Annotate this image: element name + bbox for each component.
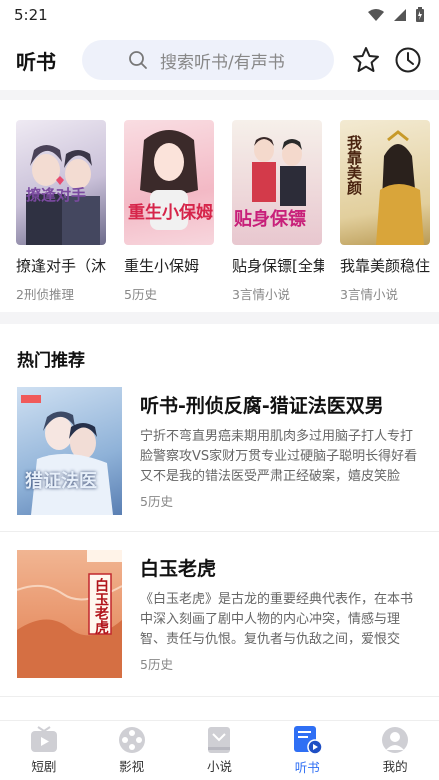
cover-art: [26, 145, 100, 245]
cover-text: 猎证法医: [25, 471, 97, 492]
rec-title: 听书-刑侦反腐-猎证法医双男: [140, 395, 384, 417]
shelf-book[interactable]: 我靠美颜 我靠美颜稳住 3言情小说: [340, 120, 430, 303]
wifi-icon: [368, 9, 384, 21]
tab-label: 短剧: [31, 759, 57, 774]
cover-text: 贴身保镖: [234, 209, 306, 230]
book-icon: [208, 727, 231, 753]
star-icon[interactable]: [352, 46, 380, 74]
tab-novels[interactable]: 小说: [184, 726, 254, 775]
film-reel-icon: [118, 727, 145, 753]
profile-icon: [382, 727, 409, 753]
tab-short-drama[interactable]: 短剧: [9, 726, 79, 775]
shelf-book-meta: 3言情小说: [340, 287, 398, 302]
status-time: 5:21: [14, 6, 48, 24]
tab-profile[interactable]: 我的: [360, 726, 430, 775]
book-cover: 猎证法医: [17, 387, 122, 515]
shelf-book[interactable]: 撩逢对手 撩逢对手（沐 2刑侦推理: [16, 120, 106, 303]
header: 听书 搜索听书/有声书: [0, 30, 439, 90]
book-cover: 重生小保姆: [124, 120, 214, 245]
tab-movies[interactable]: 影视: [97, 726, 167, 775]
book-cover: 贴身保镖: [232, 120, 322, 245]
shelf-book-title: 撩逢对手（沐: [16, 257, 107, 275]
shelf-book-meta: 3言情小说: [232, 287, 290, 302]
rec-meta: 5历史: [140, 657, 173, 672]
status-bar: 5:21: [0, 0, 439, 30]
rec-description: 宁折不弯直男癌耒期用肌肉多过用脑子打人专打脸警察攻VS家财万贯专业过硬脑子聪明长…: [140, 429, 418, 484]
divider: [0, 531, 439, 532]
section-title: 热门推荐: [17, 351, 85, 371]
list-item[interactable]: 猎证法医 听书-刑侦反腐-猎证法医双男 宁折不弯直男癌耒期用肌肉多过用脑子打人专…: [0, 387, 439, 537]
audiobook-icon: [294, 726, 324, 755]
page-title: 听书: [16, 49, 56, 74]
shelf-book-meta: 5历史: [124, 287, 157, 302]
hot-recommend-section: 热门推荐 猎证法医 听书-刑侦反腐-猎证法医双男 宁折不弯直男癌耒期用肌肉多过用…: [0, 324, 439, 724]
search-icon: [129, 51, 147, 69]
rec-meta: 5历史: [140, 494, 173, 509]
rec-title: 白玉老虎: [140, 558, 217, 580]
rec-description: 《白玉老虎》是古龙的重要经典代表作，在本书中深入刻画了剧中人物的内心冲突，情感与…: [140, 592, 414, 647]
shelf-track: 撩逢对手 撩逢对手（沐 2刑侦推理 重生小保姆 重生小保姆 5历史 贴身保镖 贴…: [0, 100, 439, 303]
search-placeholder: 搜索听书/有声书: [160, 52, 285, 73]
bottom-tab-bar: 短剧 影视 小说 听书 我的: [0, 720, 439, 780]
search-input[interactable]: 搜索听书/有声书: [82, 40, 334, 80]
recent-shelf: 撩逢对手 撩逢对手（沐 2刑侦推理 重生小保姆 重生小保姆 5历史 贴身保镖 贴…: [0, 100, 439, 312]
book-cover: 白玉老虎: [17, 550, 122, 678]
cover-art: [140, 130, 198, 230]
tab-label: 听书: [294, 760, 320, 775]
shelf-book[interactable]: 重生小保姆 重生小保姆 5历史: [124, 120, 214, 303]
shelf-book-title: 贴身保镖[全集: [232, 257, 324, 275]
clock-icon[interactable]: [394, 46, 422, 74]
shelf-book[interactable]: 贴身保镖 贴身保镖[全集 3言情小说: [232, 120, 324, 303]
cover-text: 白玉老虎: [93, 578, 109, 634]
shelf-book-meta: 2刑侦推理: [16, 287, 74, 302]
tv-icon: [30, 726, 57, 752]
divider: [0, 696, 439, 697]
cover-text: 撩逢对手: [26, 186, 87, 204]
shelf-book-title: 重生小保姆: [124, 257, 200, 275]
battery-icon: [416, 7, 424, 22]
signal-icon: [394, 9, 406, 21]
cover-text: 我靠美颜: [345, 135, 363, 195]
status-icons: [367, 7, 425, 23]
header-actions: [352, 46, 422, 74]
cover-text: 重生小保姆: [128, 203, 213, 223]
tab-label: 小说: [206, 759, 232, 774]
cover-art: [21, 395, 113, 515]
tab-label: 我的: [382, 759, 408, 774]
tab-label: 影视: [119, 759, 145, 774]
shelf-book-title: 我靠美颜稳住: [340, 257, 431, 275]
list-item[interactable]: 白玉老虎 白玉老虎 《白玉老虎》是古龙的重要经典代表作，在本书中深入刻画了剧中人…: [0, 550, 439, 700]
tab-audiobooks[interactable]: 听书: [272, 725, 342, 776]
book-cover: 撩逢对手: [16, 120, 106, 245]
book-cover: 我靠美颜: [340, 120, 430, 245]
